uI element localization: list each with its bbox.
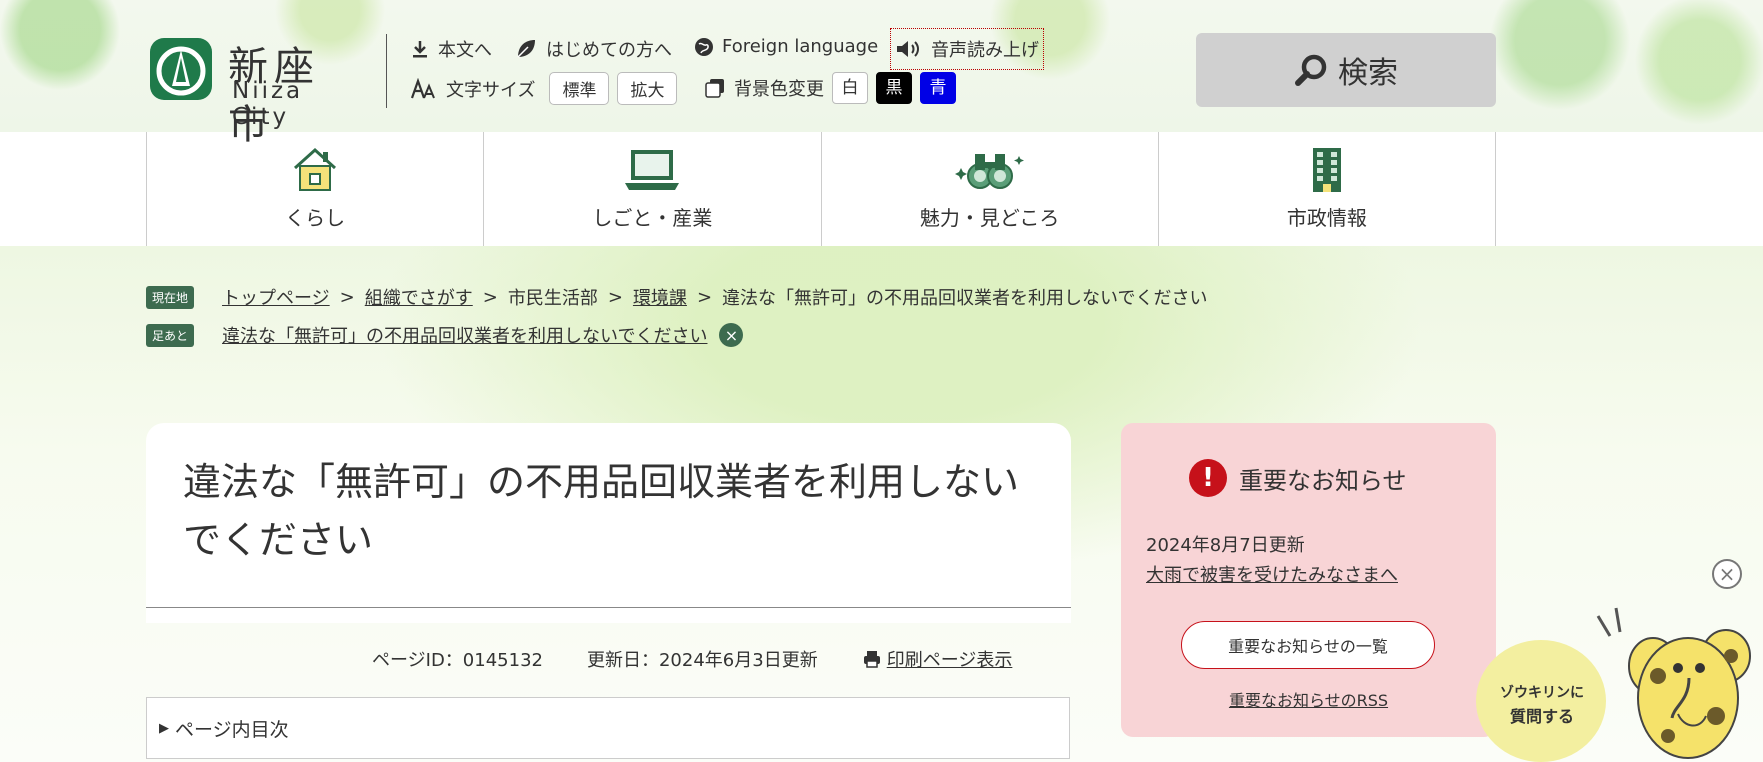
toc-label: ページ内目次	[175, 718, 289, 741]
bg-color-icon	[705, 79, 724, 98]
gnav-item-attractions[interactable]: 魅力・見どころ	[820, 132, 1158, 246]
chatbot-close-icon[interactable]: ×	[1712, 559, 1742, 589]
footprint-tag: 足あと	[146, 323, 195, 347]
speaker-icon	[897, 41, 919, 57]
notice-link[interactable]: 大雨で被害を受けたみなさまへ	[1146, 561, 1398, 587]
site-header: 新座市 Niiza City 本文へ はじめての方へ Foreign langu…	[0, 0, 1763, 148]
bg-black-button[interactable]: 黒	[876, 72, 912, 104]
notice-rss-link[interactable]: 重要なお知らせのRSS	[1121, 687, 1496, 711]
bg-color-label: 背景色変更	[734, 79, 824, 100]
building-icon	[1312, 148, 1341, 192]
font-size-controls: 文字サイズ 標準 拡大	[410, 72, 678, 105]
breadcrumb-separator: >	[696, 286, 713, 308]
bg-white-button[interactable]: 白	[832, 72, 868, 104]
font-large-button[interactable]: 拡大	[617, 72, 678, 105]
font-standard-button[interactable]: 標準	[549, 72, 610, 105]
gnav-label-attractions: 魅力・見どころ	[919, 206, 1060, 230]
bg-blue-button[interactable]: 青	[920, 72, 956, 104]
breadcrumb-separator: >	[607, 286, 623, 308]
chatbot-label-line2: 質問する	[1509, 707, 1574, 726]
breadcrumb: 現在地 トップページ > 組織でさがす > 市民生活部 > 環境課 > 違法な「…	[146, 284, 1208, 310]
breadcrumb-separator: >	[339, 286, 355, 308]
font-size-icon	[410, 77, 435, 98]
skip-label: 本文へ	[438, 40, 492, 61]
chatbot-label[interactable]: ゾウキリンに 質問する	[1487, 680, 1597, 729]
mascot-character-icon[interactable]	[1588, 606, 1763, 762]
exclamation-icon: !	[1189, 459, 1227, 497]
beginners-label: はじめての方へ	[546, 40, 672, 61]
page-toc-toggle[interactable]: ▶ ページ内目次	[146, 697, 1070, 759]
bg-color-controls: 背景色変更 白 黒 青	[704, 72, 956, 104]
gnav-label-city-admin: 市政情報	[1286, 206, 1367, 230]
breadcrumb-tag: 現在地	[146, 285, 195, 309]
breadcrumb-current: 違法な「無許可」の不用品回収業者を利用しないでください	[722, 288, 1208, 309]
printer-icon	[863, 651, 880, 668]
search-label: 検索	[1338, 56, 1398, 91]
chatbot-label-line1: ゾウキリンに	[1500, 685, 1584, 701]
header-divider	[386, 34, 387, 108]
beginners-link[interactable]: はじめての方へ	[514, 36, 672, 62]
footprint-link[interactable]: 違法な「無許可」の不用品回収業者を利用しないでください	[222, 322, 707, 348]
laptop-icon	[625, 150, 680, 190]
font-size-label: 文字サイズ	[446, 79, 536, 101]
breadcrumb-separator: >	[482, 286, 498, 308]
updated-date: 更新日：2024年6月3日更新	[586, 650, 818, 671]
skip-to-content-link[interactable]: 本文へ	[410, 36, 492, 62]
leaf-icon	[517, 40, 535, 58]
globe-icon	[695, 37, 713, 56]
title-divider	[146, 607, 1071, 608]
logo-english: Niiza City	[232, 78, 304, 130]
binoculars-icon	[954, 154, 1024, 189]
global-nav: くらし しごと・産業 魅力・見どころ 市政情報	[146, 132, 1496, 246]
breadcrumb-link-top[interactable]: トップページ	[222, 284, 330, 310]
search-button[interactable]: 検索	[1196, 33, 1496, 107]
breadcrumb-link-organization[interactable]: 組織でさがす	[365, 284, 473, 310]
breadcrumb-link-section[interactable]: 環境課	[633, 284, 687, 310]
site-logo[interactable]: 新座市 Niiza City	[150, 36, 360, 148]
notice-heading-label: 重要なお知らせ	[1239, 466, 1407, 495]
page-id: ページID：0145132	[372, 650, 543, 671]
footprint: 足あと 違法な「無許可」の不用品回収業者を利用しないでください ×	[146, 322, 744, 348]
page-meta: ページID：0145132 更新日：2024年6月3日更新 印刷ページ表示	[372, 646, 1012, 672]
city-emblem-icon	[150, 38, 212, 100]
article-header: 違法な「無許可」の不用品回収業者を利用しないでください	[146, 423, 1071, 623]
foreign-label: Foreign language	[722, 36, 879, 57]
voice-reading-link[interactable]: 音声読み上げ	[890, 28, 1044, 70]
gnav-item-city-admin[interactable]: 市政情報	[1157, 132, 1496, 246]
triangle-right-icon: ▶	[159, 720, 169, 736]
house-icon	[294, 147, 337, 191]
foreign-language-link[interactable]: Foreign language	[694, 36, 878, 57]
notice-list-button[interactable]: 重要なお知らせの一覧	[1181, 621, 1435, 669]
notice-date: 2024年8月7日更新	[1146, 535, 1305, 556]
search-icon	[1295, 54, 1327, 86]
page-title: 違法な「無許可」の不用品回収業者を利用しないでください	[183, 460, 1020, 562]
download-arrow-icon	[413, 41, 427, 58]
gnav-label-work: しごと・産業	[592, 206, 713, 230]
breadcrumb-item-department: 市民生活部	[507, 288, 598, 309]
footprint-close-icon[interactable]: ×	[719, 323, 744, 347]
gnav-item-work[interactable]: しごと・産業	[483, 132, 820, 246]
voice-label: 音声読み上げ	[931, 40, 1039, 61]
notice-heading: ! 重要なお知らせ	[1189, 459, 1407, 497]
gnav-item-living[interactable]: くらし	[146, 132, 483, 246]
important-notice-panel: ! 重要なお知らせ 2024年8月7日更新 大雨で被害を受けたみなさまへ 重要な…	[1121, 423, 1496, 737]
gnav-label-living: くらし	[285, 206, 346, 230]
print-page-link[interactable]: 印刷ページ表示	[887, 646, 1013, 672]
